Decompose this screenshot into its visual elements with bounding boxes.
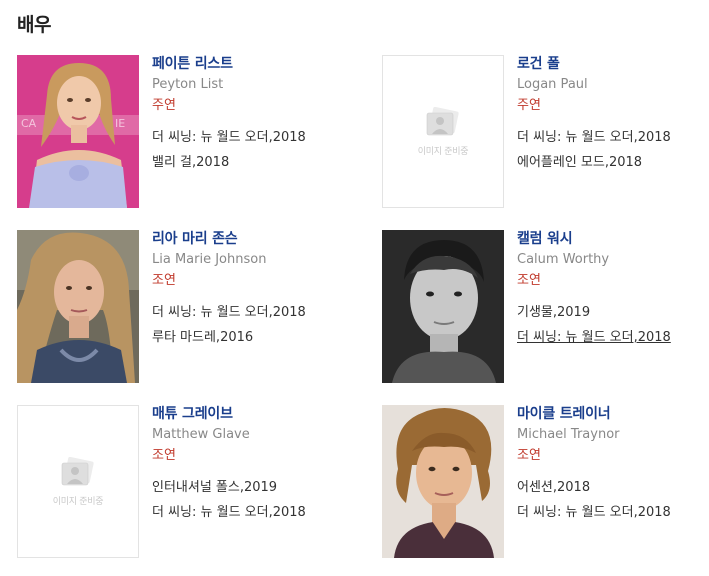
actor-english-name: Logan Paul (517, 77, 588, 92)
filmography-list: 더 씨닝: 뉴 월드 오더,2018 밸리 걸,2018 (152, 129, 357, 171)
filmography-item-hovered[interactable]: 더 씨닝: 뉴 월드 오더,2018 (517, 329, 709, 346)
actor-photo-placeholder[interactable]: 이미지 준비중 (382, 55, 504, 208)
actor-name-link[interactable]: 캘럼 워시 (517, 230, 709, 248)
svg-text:CA: CA (21, 117, 37, 130)
actor-portrait-image (382, 230, 504, 383)
actor-card: 리아 마리 존슨 Lia Marie Johnson 조연 더 씨닝: 뉴 월드… (17, 230, 357, 385)
actor-photo[interactable] (382, 230, 504, 383)
actor-name-link[interactable]: 로건 폴 (517, 55, 709, 73)
filmography-item[interactable]: 더 씨닝: 뉴 월드 오더,2018 (152, 304, 357, 321)
image-placeholder-icon (426, 106, 459, 135)
actor-photo[interactable]: CA IE (17, 55, 139, 208)
image-placeholder-icon (61, 456, 94, 485)
filmography-item[interactable]: 기생물,2019 (517, 304, 709, 321)
filmography-item[interactable]: 더 씨닝: 뉴 월드 오더,2018 (517, 129, 709, 146)
actor-card: 이미지 준비중 로건 폴 Logan Paul 주연 더 씨닝: 뉴 월드 오더… (382, 55, 709, 210)
actor-role: 조연 (517, 448, 541, 463)
filmography-item[interactable]: 루타 마드레,2016 (152, 329, 357, 346)
section-title: 배우 (17, 14, 51, 36)
filmography-item[interactable]: 어센션,2018 (517, 479, 709, 496)
actor-card: CA IE 페이튼 리스트 Peyton List 주연 더 씨닝: 뉴 월드 … (17, 55, 357, 210)
filmography-item[interactable]: 더 씨닝: 뉴 월드 오더,2018 (152, 129, 357, 146)
actor-photo-placeholder[interactable]: 이미지 준비중 (17, 405, 139, 558)
actor-name-link[interactable]: 페이튼 리스트 (152, 55, 357, 73)
actor-portrait-image (382, 405, 504, 558)
actor-name-link[interactable]: 마이클 트레이너 (517, 405, 709, 423)
filmography-list: 더 씨닝: 뉴 월드 오더,2018 루타 마드레,2016 (152, 304, 357, 346)
placeholder-label: 이미지 준비중 (417, 146, 469, 157)
actor-english-name: Peyton List (152, 77, 224, 92)
actor-role: 주연 (152, 98, 176, 113)
actor-card: 마이클 트레이너 Michael Traynor 조연 어센션,2018 더 씨… (382, 405, 709, 560)
svg-text:IE: IE (115, 117, 125, 130)
actor-card: 캘럼 워시 Calum Worthy 조연 기생물,2019 더 씨닝: 뉴 월… (382, 230, 709, 385)
filmography-item[interactable]: 에어플레인 모드,2018 (517, 154, 709, 171)
actor-english-name: Matthew Glave (152, 427, 250, 442)
filmography-list: 인터내셔널 폴스,2019 더 씨닝: 뉴 월드 오더,2018 (152, 479, 357, 521)
actor-role: 조연 (517, 273, 541, 288)
actor-english-name: Calum Worthy (517, 252, 610, 267)
filmography-list: 더 씨닝: 뉴 월드 오더,2018 에어플레인 모드,2018 (517, 129, 709, 171)
actor-portrait-image: CA IE (17, 55, 139, 208)
actor-portrait-image (17, 230, 139, 383)
filmography-item[interactable]: 밸리 걸,2018 (152, 154, 357, 171)
filmography-list: 기생물,2019 더 씨닝: 뉴 월드 오더,2018 (517, 304, 709, 346)
actor-english-name: Michael Traynor (517, 427, 620, 442)
actor-role: 조연 (152, 273, 176, 288)
filmography-item[interactable]: 더 씨닝: 뉴 월드 오더,2018 (517, 504, 709, 521)
actor-role: 주연 (517, 98, 541, 113)
actor-photo[interactable] (17, 230, 139, 383)
filmography-item[interactable]: 인터내셔널 폴스,2019 (152, 479, 357, 496)
actor-role: 조연 (152, 448, 176, 463)
filmography-item[interactable]: 더 씨닝: 뉴 월드 오더,2018 (152, 504, 357, 521)
actor-name-link[interactable]: 리아 마리 존슨 (152, 230, 357, 248)
actor-card: 이미지 준비중 매튜 그레이브 Matthew Glave 조연 인터내셔널 폴… (17, 405, 357, 560)
filmography-list: 어센션,2018 더 씨닝: 뉴 월드 오더,2018 (517, 479, 709, 521)
placeholder-label: 이미지 준비중 (52, 496, 104, 507)
actor-english-name: Lia Marie Johnson (152, 252, 267, 267)
actor-photo[interactable] (382, 405, 504, 558)
actor-name-link[interactable]: 매튜 그레이브 (152, 405, 357, 423)
